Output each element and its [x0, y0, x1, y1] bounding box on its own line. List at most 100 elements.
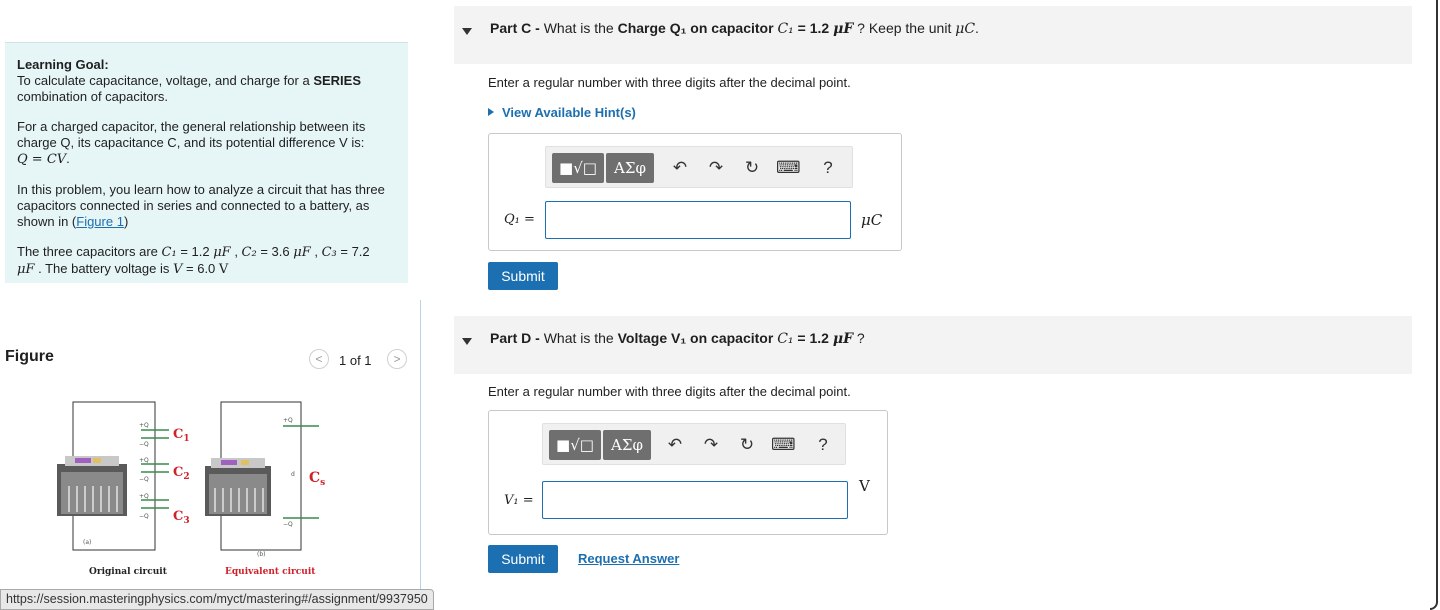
part-d-instructions: Enter a regular number with three digits… [488, 384, 851, 399]
goal-para3: In this problem, you learn how to analyz… [17, 182, 385, 229]
reset-icon[interactable]: ↻ [740, 156, 764, 180]
part-c-answer-box: ■√□ ΑΣφ ↶ ↷ ↻ ⌨ ? Q₁ = μC [488, 133, 902, 251]
c3-unit: μF [17, 262, 35, 277]
goal-formula: Q = CV [17, 152, 67, 167]
label-a: (a) [83, 539, 91, 546]
label-c2: C2 [173, 465, 190, 482]
part-c-c1: C₁ [777, 21, 794, 37]
view-hints-link[interactable]: View Available Hint(s) [488, 105, 636, 120]
part-d-uf: μF [832, 331, 854, 347]
q1-input[interactable] [545, 201, 851, 239]
keyboard-icon[interactable]: ⌨ [776, 156, 801, 180]
c3-value: = 7.2 [340, 244, 370, 259]
c2-symbol: C₂ [241, 245, 257, 260]
request-answer-link[interactable]: Request Answer [578, 551, 679, 566]
part-d-answer-box: ■√□ ΑΣφ ↶ ↷ ↻ ⌨ ? V₁ = V [488, 410, 888, 535]
part-d-c1: C₁ [777, 331, 794, 347]
part-c-instructions: Enter a regular number with three digits… [488, 75, 851, 90]
v1-label: V₁ = [504, 493, 534, 508]
q1-unit: μC [861, 211, 883, 229]
figure-title: Figure [5, 348, 54, 365]
goal-series: SERIES [313, 73, 361, 88]
caption-original: Original circuit [89, 567, 168, 577]
v1-unit: V [859, 477, 870, 495]
greek-button[interactable]: ΑΣφ [606, 153, 654, 183]
part-d-q-pre: What is the [543, 330, 614, 346]
label-c3: C3 [173, 509, 190, 526]
goal-para2: For a charged capacitor, the general rel… [17, 119, 366, 150]
status-url: https://session.masteringphysics.com/myc… [0, 589, 434, 610]
label-d: d [291, 471, 295, 478]
greek-button[interactable]: ΑΣφ [603, 430, 651, 460]
chevron-left-icon[interactable]: < [309, 349, 329, 369]
part-d-q-bold: Voltage V₁ on capacitor [617, 330, 774, 346]
v-symbol: V [173, 262, 183, 277]
caret-right-icon [488, 108, 494, 116]
caret-down-icon[interactable] [462, 28, 472, 35]
goal-line1: To calculate capacitance, voltage, and c… [17, 73, 310, 88]
goal-line2: combination of capacitors. [17, 89, 169, 104]
part-c-c1-val: = 1.2 [797, 20, 830, 36]
part-d-toolbar: ■√□ ΑΣφ ↶ ↷ ↻ ⌨ ? [542, 423, 846, 465]
goal-para4: The three capacitors are [17, 244, 158, 259]
figure-page-count: 1 of 1 [339, 353, 372, 368]
label-minusq-3: −Q [139, 513, 149, 520]
column-divider [420, 300, 421, 600]
c1-symbol: C₁ [161, 245, 177, 260]
part-d-c1-val: = 1.2 [797, 330, 829, 346]
part-d-submit-button[interactable]: Submit [488, 545, 558, 573]
label-plusq-1: +Q [139, 422, 149, 429]
help-icon[interactable]: ? [811, 433, 835, 457]
undo-icon[interactable]: ↶ [663, 433, 687, 457]
label-b: (b) [257, 551, 266, 558]
chevron-right-icon[interactable]: > [387, 349, 407, 369]
goal-para3-end: ) [123, 214, 129, 229]
learning-goal-box: Learning Goal: To calculate capacitance,… [5, 42, 408, 283]
keyboard-icon[interactable]: ⌨ [771, 433, 796, 457]
part-c-uf: μF [833, 21, 854, 37]
label-plusq-3: +Q [139, 493, 149, 500]
v-unit: V [218, 262, 229, 277]
learning-goal-title: Learning Goal: [17, 57, 109, 72]
part-c-label: Part C - [490, 20, 540, 36]
part-c-submit-button[interactable]: Submit [488, 262, 558, 290]
part-d-q-post: ? [856, 330, 865, 346]
templates-button[interactable]: ■√□ [549, 430, 601, 460]
redo-icon[interactable]: ↷ [704, 156, 728, 180]
label-plusq-s: +Q [283, 417, 293, 424]
redo-icon[interactable]: ↷ [699, 433, 723, 457]
part-d-title: Part D - What is the Voltage V₁ on capac… [490, 330, 865, 347]
part-c-toolbar: ■√□ ΑΣφ ↶ ↷ ↻ ⌨ ? [545, 146, 853, 188]
q1-label: Q₁ = [504, 212, 535, 227]
templates-button[interactable]: ■√□ [552, 153, 604, 183]
part-c-unit-mu: μC [955, 21, 976, 37]
c1-value: = 1.2 [180, 244, 210, 259]
view-hints-label: View Available Hint(s) [502, 105, 636, 120]
help-icon[interactable]: ? [816, 156, 840, 180]
label-cs: Cs [309, 470, 325, 488]
c1-unit: μF [213, 245, 231, 260]
c2-unit: μF [293, 245, 311, 260]
part-c-q-bold: Charge Q₁ on capacitor [617, 20, 774, 36]
c3-symbol: C₃ [321, 245, 337, 260]
v-value: = 6.0 [186, 261, 216, 276]
label-minusq-1: −Q [139, 441, 149, 448]
part-c-q-post: ? Keep the unit [857, 20, 952, 36]
part-d-label: Part D - [490, 330, 540, 346]
part-c-title: Part C - What is the Charge Q₁ on capaci… [490, 20, 979, 37]
v1-input[interactable] [542, 481, 848, 519]
figure-link[interactable]: Figure 1 [76, 214, 124, 229]
label-minusq-2: −Q [139, 476, 149, 483]
battery-original [57, 456, 127, 516]
part-c-header[interactable]: Part C - What is the Charge Q₁ on capaci… [454, 6, 1412, 64]
part-d-header[interactable]: Part D - What is the Voltage V₁ on capac… [454, 316, 1412, 374]
undo-icon[interactable]: ↶ [668, 156, 692, 180]
caret-down-icon[interactable] [462, 338, 472, 345]
label-minusq-s: −Q [283, 521, 293, 528]
part-c-q-pre: What is the [543, 20, 614, 36]
left-panel: Learning Goal: To calculate capacitance,… [0, 0, 420, 610]
label-plusq-2: +Q [139, 457, 149, 464]
reset-icon[interactable]: ↻ [735, 433, 759, 457]
battery-equivalent [205, 458, 271, 516]
c2-value: = 3.6 [260, 244, 290, 259]
